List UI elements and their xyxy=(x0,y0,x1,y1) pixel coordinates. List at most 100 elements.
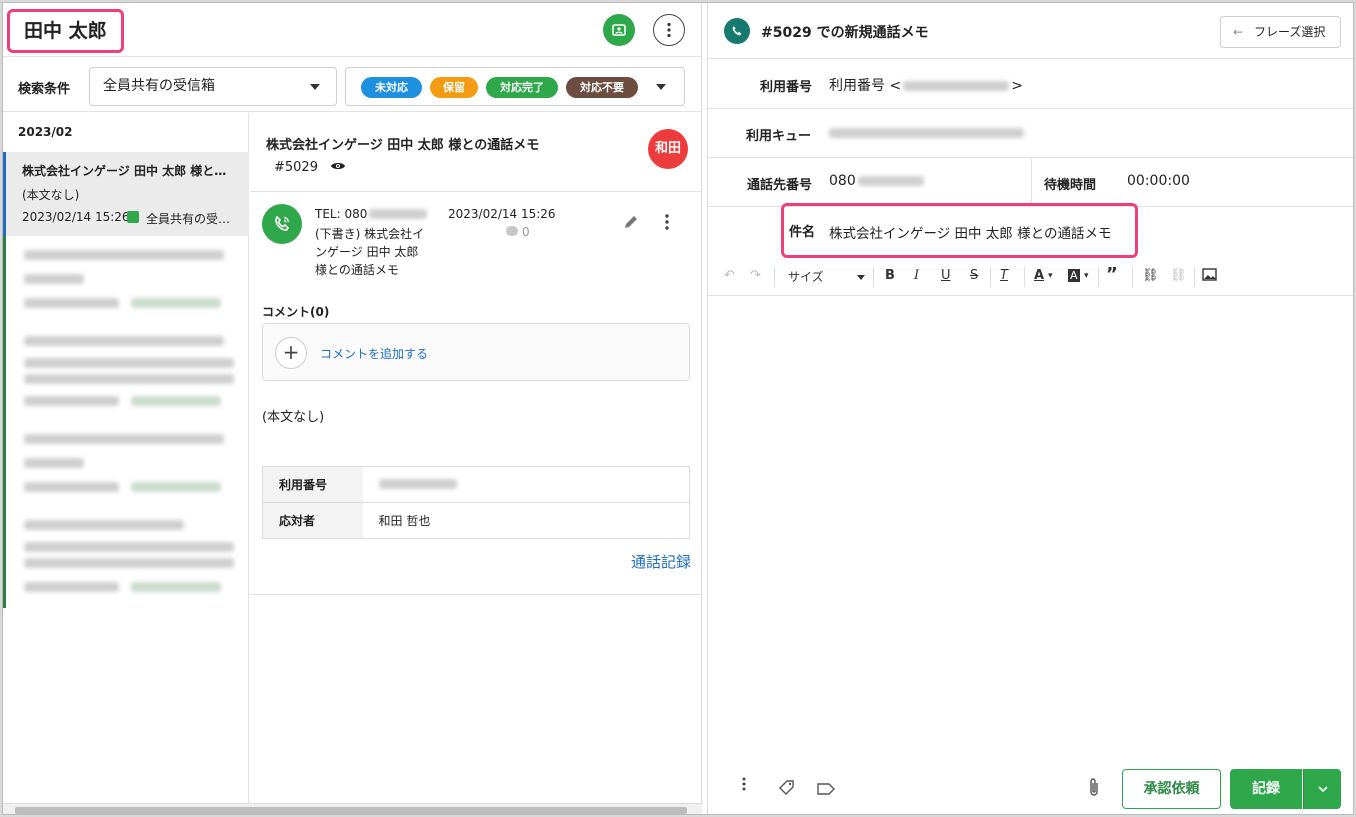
subject-label: 件名 xyxy=(789,225,816,240)
conversation-detail: 株式会社インゲージ 田中 太郎 様との通話メモ #5029 和田 TEL: 08… xyxy=(250,113,701,803)
filter-label: 検索条件 xyxy=(18,82,71,97)
phrase-select-label: フレーズ選択 xyxy=(1254,25,1326,39)
info-table: 利用番号 応対者 和田 哲也 xyxy=(262,466,690,539)
chevron-down-icon[interactable]: ▾ xyxy=(1048,271,1053,281)
destination-value: 080 xyxy=(829,173,924,189)
background-color-icon[interactable]: A xyxy=(1068,269,1080,282)
info-value xyxy=(362,466,690,503)
status-chip-done[interactable]: 対応完了 xyxy=(486,77,558,98)
add-comment-box[interactable]: + コメントを追加する xyxy=(262,323,690,381)
bold-icon[interactable]: B xyxy=(885,268,895,283)
strikethrough-icon[interactable]: S xyxy=(970,268,978,283)
usage-number-label: 利用番号 xyxy=(760,80,813,95)
call-tel: TEL: 080 xyxy=(315,207,428,221)
memo-pane: #5029 での新規通話メモ ← フレーズ選択 利用番号 利用番号 < > 利用キ… xyxy=(707,3,1353,814)
status-filter[interactable]: 未対応 保留 対応完了 対応不要 xyxy=(345,67,685,106)
edit-icon[interactable] xyxy=(622,213,640,231)
memo-header: #5029 での新規通話メモ ← フレーズ選択 xyxy=(708,3,1353,59)
month-header: 2023/02 xyxy=(18,125,73,139)
record-button[interactable]: 記録 xyxy=(1230,769,1302,809)
arrow-left-icon: ← xyxy=(1233,25,1244,39)
chevron-down-icon[interactable] xyxy=(656,84,666,90)
font-color-icon[interactable]: A xyxy=(1034,268,1044,283)
left-header: 田中 太郎 xyxy=(3,3,702,57)
list-item[interactable] xyxy=(3,508,249,608)
kebab-icon[interactable] xyxy=(665,213,669,231)
list-item-body: (本文なし) xyxy=(22,188,80,202)
comments-header: コメント(0) xyxy=(262,305,330,319)
image-icon[interactable] xyxy=(1202,268,1217,285)
more-options-button[interactable] xyxy=(653,14,685,46)
conversation-id: #5029 xyxy=(274,160,318,175)
queue-row: 利用キュー xyxy=(708,109,1353,158)
inbox-select[interactable]: 全員共有の受信箱 xyxy=(89,67,337,106)
chevron-down-icon[interactable] xyxy=(857,275,865,280)
label-icon[interactable] xyxy=(817,781,835,799)
call-log-link[interactable]: 通話記録 xyxy=(631,551,691,572)
record-dropdown-button[interactable] xyxy=(1303,769,1341,809)
assignee-avatar[interactable]: 和田 xyxy=(648,129,688,169)
redo-icon[interactable]: ↷ xyxy=(750,268,761,283)
table-row: 利用番号 xyxy=(262,466,690,503)
status-chip-not-needed[interactable]: 対応不要 xyxy=(566,77,638,98)
usage-number-value[interactable]: 利用番号 < > xyxy=(829,75,1023,95)
phrase-select-button[interactable]: ← フレーズ選択 xyxy=(1220,16,1341,48)
horizontal-scrollbar[interactable] xyxy=(3,803,702,814)
status-chip-hold[interactable]: 保留 xyxy=(430,77,478,98)
chevron-down-icon xyxy=(310,84,320,90)
add-comment-link[interactable]: コメントを追加する xyxy=(320,345,428,362)
memo-title: #5029 での新規通話メモ xyxy=(761,25,929,41)
list-item[interactable] xyxy=(3,420,249,508)
conversation-body: (本文なし) xyxy=(262,410,325,425)
eye-icon[interactable] xyxy=(330,161,346,171)
scrollbar-thumb[interactable] xyxy=(15,807,687,814)
wait-time-value: 00:00:00 xyxy=(1127,173,1190,189)
approval-request-button[interactable]: 承認依頼 xyxy=(1122,769,1221,809)
filter-bar: 検索条件 全員共有の受信箱 未対応 保留 対応完了 対応不要 xyxy=(3,58,702,112)
conversation-title: 株式会社インゲージ 田中 太郎 様との通話メモ xyxy=(266,138,540,153)
editor-toolbar: ↶ ↷ サイズ B I U S T A ▾ A ▾ ” ⛓ ⛓ xyxy=(708,259,1353,296)
undo-icon[interactable]: ↶ xyxy=(724,268,735,283)
comment-bubble-icon xyxy=(506,226,518,236)
comment-count: 0 xyxy=(522,225,530,239)
list-item[interactable] xyxy=(3,324,249,420)
contact-card-icon xyxy=(612,24,626,36)
left-pane: 田中 太郎 検索条件 全員共有の受信箱 未対応 保留 対応完了 対応不要 202… xyxy=(3,3,702,814)
kebab-icon[interactable] xyxy=(742,777,746,795)
underline-icon[interactable]: U xyxy=(941,268,951,283)
table-row: 応対者 和田 哲也 xyxy=(262,502,690,539)
unlink-icon[interactable]: ⛓ xyxy=(1170,268,1187,283)
link-icon[interactable]: ⛓ xyxy=(1142,268,1159,283)
inbox-select-value: 全員共有の受信箱 xyxy=(103,78,215,94)
destination-label: 通話先番号 xyxy=(747,178,813,193)
paperclip-icon[interactable] xyxy=(1088,777,1100,801)
font-size-select[interactable]: サイズ xyxy=(788,268,824,285)
chevron-down-icon[interactable]: ▾ xyxy=(1084,271,1089,281)
info-key: 応対者 xyxy=(262,502,363,539)
conversation-list: 2023/02 株式会社インゲージ 田中 太郎 様と… (本文なし) 2023/… xyxy=(3,113,249,803)
info-key: 利用番号 xyxy=(262,466,363,503)
subject-input[interactable]: 株式会社インゲージ 田中 太郎 様との通話メモ xyxy=(829,222,1111,242)
tag-icon[interactable] xyxy=(778,779,796,799)
info-value: 和田 哲也 xyxy=(362,502,690,539)
call-date: 2023/02/14 15:26 xyxy=(448,207,556,221)
wait-time-label: 待機時間 xyxy=(1044,178,1097,193)
phone-call-icon xyxy=(262,204,302,244)
italic-icon[interactable]: I xyxy=(914,268,919,283)
list-item-inbox: 全員共有の受… xyxy=(146,212,231,226)
quote-icon[interactable]: ” xyxy=(1106,264,1118,285)
plus-icon[interactable]: + xyxy=(275,337,307,369)
app-window: 田中 太郎 検索条件 全員共有の受信箱 未対応 保留 対応完了 対応不要 202… xyxy=(2,2,1354,815)
contact-card-button[interactable] xyxy=(603,14,635,46)
phone-icon xyxy=(724,18,750,44)
call-draft-title: (下書き) 株式会社インゲージ 田中 太郎 様との通話メモ xyxy=(315,227,425,277)
memo-footer: 承認依頼 記録 xyxy=(708,755,1353,814)
usage-number-row: 利用番号 利用番号 < > xyxy=(708,59,1353,109)
clear-format-icon[interactable]: T xyxy=(1000,268,1008,283)
list-item[interactable] xyxy=(3,236,249,324)
status-chip-unhandled[interactable]: 未対応 xyxy=(361,77,422,98)
inbox-icon xyxy=(127,211,139,223)
kebab-icon xyxy=(667,22,671,38)
list-item-active[interactable]: 株式会社インゲージ 田中 太郎 様と… (本文なし) 2023/02/14 15… xyxy=(3,152,249,236)
chevron-down-icon xyxy=(1318,786,1328,792)
